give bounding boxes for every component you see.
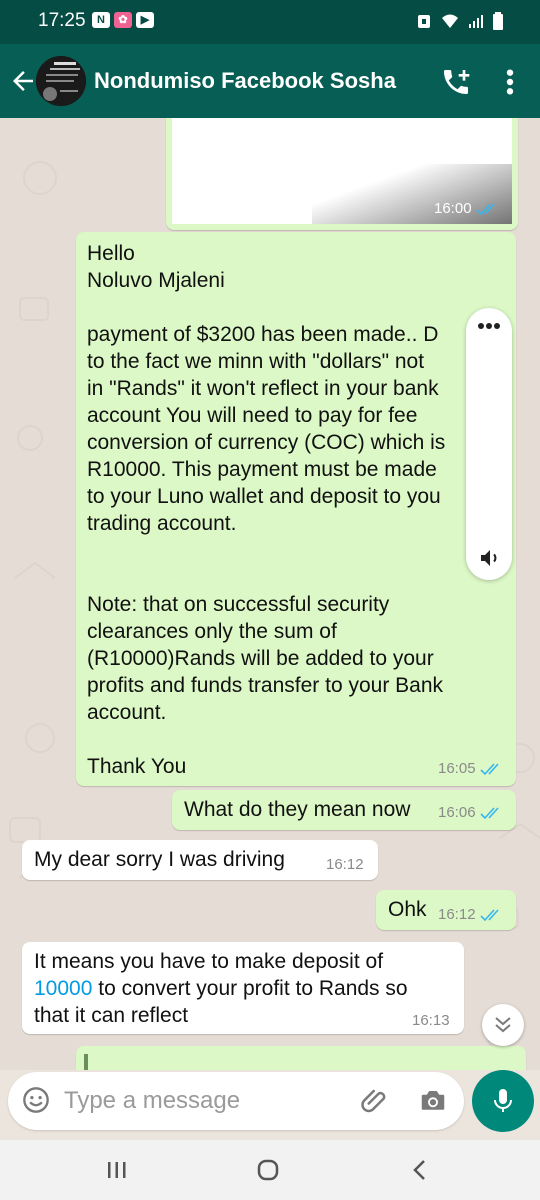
message-time: 16:13 [412,1012,450,1029]
home-icon[interactable] [256,1158,280,1182]
more-options-icon[interactable] [477,322,501,330]
read-ticks-icon [475,202,495,215]
message-time: 16:12 [326,856,364,873]
battery-icon [493,12,503,30]
link-number[interactable]: 10000 [34,977,92,1000]
message-bubble-outgoing[interactable]: What do they mean now 16:06 [172,790,516,830]
volume-icon[interactable] [477,546,503,570]
wifi-icon [442,14,458,28]
alarm-icon [418,15,430,28]
floating-side-panel[interactable] [466,308,512,580]
camera-icon[interactable] [418,1086,448,1116]
message-composer [8,1072,464,1130]
message-input[interactable] [64,1082,354,1120]
contact-name[interactable]: Nondumiso Facebook Sosha [94,68,396,94]
message-meta: 16:12 [326,856,364,873]
signal-icon [469,15,483,28]
message-meta: 16:13 [412,1012,450,1029]
chat-area[interactable]: 16:00 Hello Noluvo Mjaleni payment of $3… [0,118,540,1070]
more-options-icon[interactable] [502,66,518,98]
message-meta: 16:12 [438,906,504,923]
voice-message-button[interactable] [472,1070,534,1132]
news-icon: N [92,12,110,28]
message-text-line: It means you have to make deposit of [34,950,384,973]
read-ticks-icon [479,908,499,921]
system-navigation-bar [0,1140,540,1200]
avatar[interactable] [36,56,86,106]
message-bubble-outgoing[interactable] [76,1046,526,1070]
chat-header: Nondumiso Facebook Sosha [0,44,540,118]
status-bar: 17:25 N ✿ ▶ [0,0,540,44]
gallery-icon: ✿ [114,12,132,28]
back-nav-icon[interactable] [410,1158,430,1182]
image-message-bubble[interactable]: 16:00 [166,118,518,230]
message-meta: 16:00 [434,200,500,217]
attach-icon[interactable] [360,1086,390,1116]
microphone-icon [494,1089,512,1112]
message-meta: 16:06 [438,804,504,821]
message-text: Hello Noluvo Mjaleni payment of $3200 ha… [87,242,446,778]
notification-icons: N ✿ ▶ [92,12,154,28]
message-time: 16:06 [438,804,476,821]
message-text: My dear sorry I was driving [34,848,285,871]
scroll-to-bottom-button[interactable] [482,1004,524,1046]
read-ticks-icon [479,806,499,819]
message-text: What do they mean now [184,798,411,821]
message-bubble-incoming[interactable]: It means you have to make deposit of 100… [22,942,464,1034]
back-arrow-icon[interactable] [8,66,38,96]
add-call-icon[interactable] [440,66,472,98]
message-text: Ohk [388,898,427,921]
read-ticks-icon [479,762,499,775]
system-icons [416,12,504,30]
message-bubble-outgoing[interactable]: Hello Noluvo Mjaleni payment of $3200 ha… [76,232,516,786]
message-time: 16:12 [438,906,476,923]
emoji-icon[interactable] [22,1086,50,1114]
recent-apps-icon[interactable] [106,1160,128,1180]
message-time: 16:05 [438,760,476,777]
message-bubble-outgoing[interactable]: Ohk 16:12 [376,890,516,930]
message-meta: 16:05 [438,760,504,777]
status-time: 17:25 [38,10,86,31]
message-time: 16:00 [434,200,472,217]
quote-bar [84,1054,88,1070]
double-chevron-down-icon [495,1017,511,1033]
youtube-icon: ▶ [136,12,154,28]
message-bubble-incoming[interactable]: My dear sorry I was driving 16:12 [22,840,378,880]
message-text: It means you have to make deposit of 100… [34,948,454,1029]
